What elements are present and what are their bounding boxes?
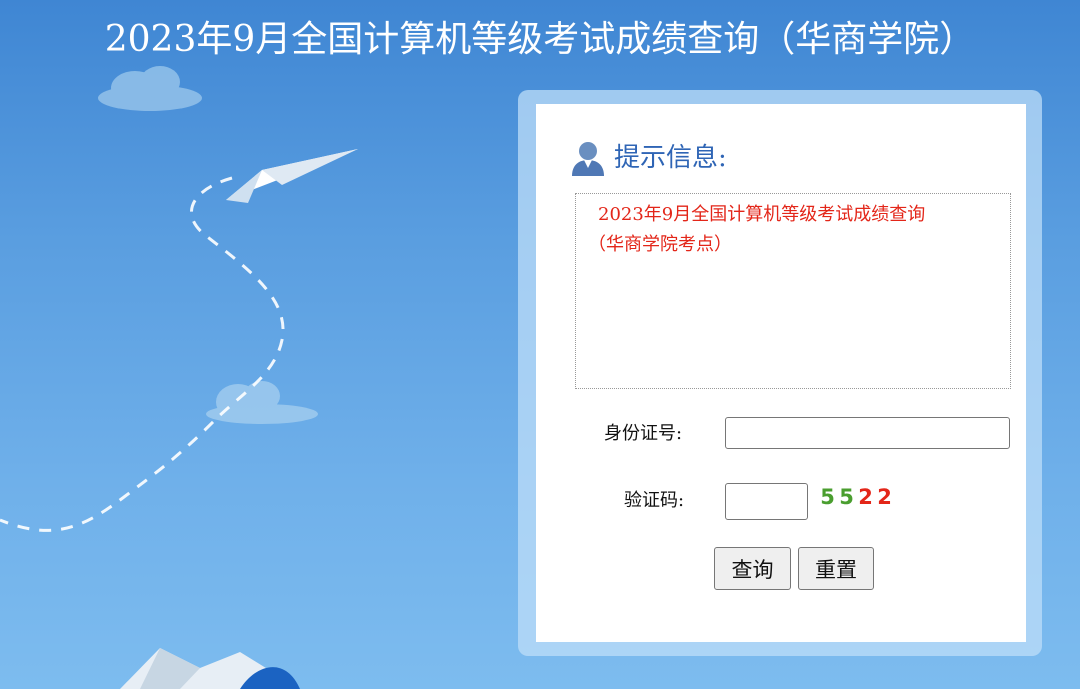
captcha-digit: 5 xyxy=(839,485,854,509)
cloud-icon xyxy=(206,381,318,424)
notice-box: 2023年9月全国计算机等级考试成绩查询 （华商学院考点） xyxy=(575,193,1011,389)
hint-title: 提示信息: xyxy=(614,143,727,173)
captcha-image[interactable]: 5 5 2 2 xyxy=(818,482,894,512)
notice-text: （华商学院考点） xyxy=(588,234,732,255)
notice-text: 2023年9月全国计算机等级考试成绩查询 xyxy=(598,204,926,225)
captcha-input[interactable] xyxy=(725,483,808,520)
bottom-illustration xyxy=(120,648,300,689)
page-title: 2023年9月全国计算机等级考试成绩查询（华商学院） xyxy=(104,19,976,60)
reset-button[interactable]: 重置 xyxy=(798,547,874,590)
query-button[interactable]: 查询 xyxy=(714,547,791,590)
id-number-label: 身份证号: xyxy=(604,423,683,444)
user-icon xyxy=(572,142,604,176)
dashed-flight-path xyxy=(0,176,285,532)
paper-plane-icon xyxy=(226,149,358,203)
captcha-digit: 5 xyxy=(820,485,835,509)
id-number-input[interactable] xyxy=(725,417,1010,449)
hint-header: 提示信息: xyxy=(568,136,727,180)
cloud-icon xyxy=(98,66,202,111)
captcha-digit: 2 xyxy=(877,485,892,509)
captcha-digit: 2 xyxy=(858,485,873,509)
captcha-label: 验证码: xyxy=(624,490,685,511)
